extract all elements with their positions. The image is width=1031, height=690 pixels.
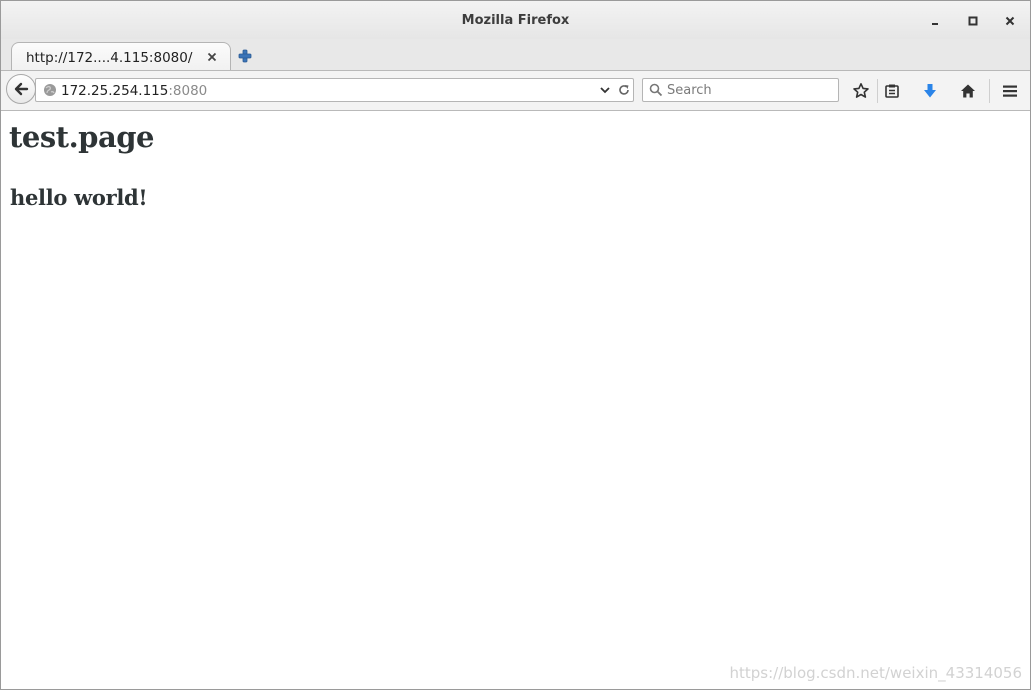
back-arrow-icon <box>14 82 29 96</box>
back-button[interactable] <box>6 74 36 104</box>
tab-label: http://172....4.115:8080/ <box>26 50 193 66</box>
page-content: test.page hello world! https://blog.csdn… <box>1 111 1030 689</box>
bookmark-button[interactable] <box>850 80 872 102</box>
home-button[interactable] <box>957 80 979 102</box>
url-port: :8080 <box>168 83 208 99</box>
hamburger-menu-icon <box>1003 85 1017 97</box>
menu-button[interactable] <box>999 80 1021 102</box>
home-icon <box>961 84 975 98</box>
tab-strip: http://172....4.115:8080/ <box>1 39 1030 71</box>
window-title: Mozilla Firefox <box>461 13 570 28</box>
page-heading: test.page <box>9 120 154 154</box>
download-arrow-icon <box>924 84 936 98</box>
search-input[interactable] <box>667 81 832 99</box>
minimize-icon <box>932 23 938 25</box>
title-bar: Mozilla Firefox <box>1 1 1030 39</box>
toolbar-separator <box>877 79 878 103</box>
new-tab-button[interactable] <box>237 48 253 64</box>
tab-close-button[interactable] <box>205 50 219 64</box>
maximize-icon <box>968 16 978 26</box>
url-bar[interactable]: 172.25.254.115:8080 <box>35 78 634 102</box>
downloads-button[interactable] <box>919 80 941 102</box>
toolbar-separator <box>989 79 990 103</box>
page-subheading: hello world! <box>10 185 148 210</box>
plus-icon <box>238 49 252 63</box>
watermark-text: https://blog.csdn.net/weixin_43314056 <box>729 664 1022 682</box>
close-window-button[interactable] <box>1000 11 1020 31</box>
star-icon <box>853 83 869 98</box>
url-text: 172.25.254.115:8080 <box>61 83 207 99</box>
globe-icon <box>44 84 56 96</box>
close-icon <box>1005 16 1015 26</box>
browser-window: Mozilla Firefox http://172....4.115:8080… <box>0 0 1031 690</box>
search-icon <box>649 83 663 97</box>
navigation-bar: 172.25.254.115:8080 <box>1 71 1030 111</box>
url-host: 172.25.254.115 <box>61 83 169 99</box>
minimize-button[interactable] <box>925 11 945 31</box>
maximize-button[interactable] <box>963 11 983 31</box>
chevron-down-icon[interactable] <box>599 84 611 96</box>
close-icon <box>207 52 217 62</box>
tab-active[interactable]: http://172....4.115:8080/ <box>11 42 231 70</box>
reload-icon[interactable] <box>617 83 631 97</box>
reading-list-button[interactable] <box>881 80 903 102</box>
search-bar[interactable] <box>642 78 839 102</box>
clipboard-icon <box>885 84 899 98</box>
